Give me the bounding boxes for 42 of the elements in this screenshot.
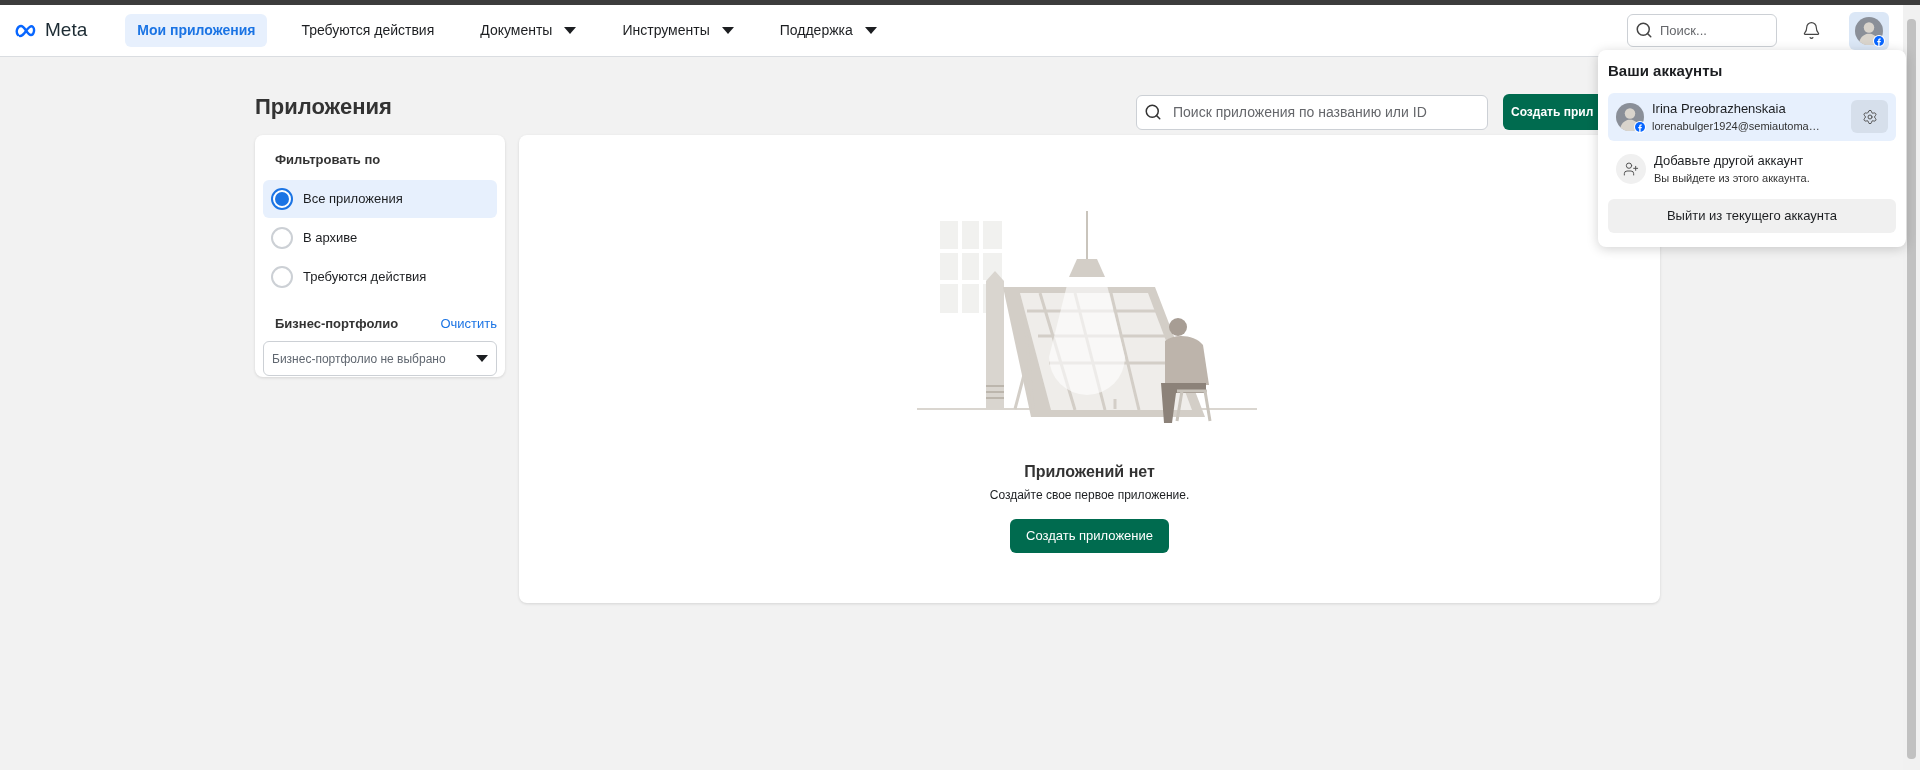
search-icon [1635,21,1653,39]
option-label: Все приложения [303,189,403,208]
caret-icon [864,26,877,35]
nav-tab[interactable]: Требуются действия [289,14,447,47]
app-search-field[interactable]: Поиск приложения по названию или ID [1136,94,1488,130]
empty-state-subtitle: Создайте свое первое приложение. [989,487,1190,504]
nav-tab[interactable]: Поддержка [767,14,889,47]
nav-tab[interactable]: Инструменты [610,14,746,47]
nav-tab[interactable]: Мои приложения [125,14,268,47]
caret-icon [476,354,488,363]
option-label: Требуются действия [303,267,427,286]
option-label: В архиве [303,228,358,247]
dropdown-title: Ваши аккаунты [1608,61,1724,81]
portfolio-select[interactable]: Бизнес-портфолио не выбрано [263,341,497,376]
radio-button[interactable] [271,187,293,210]
filter-option[interactable]: Требуются действия [263,257,497,296]
logo-text: Meta [45,18,88,43]
add-account-row[interactable]: Добавьте другой аккаунт Вы выйдете из этого аккаунта. [1608,144,1896,193]
create-app-button[interactable]: Создать приложение [1010,519,1169,553]
clear-link[interactable]: Очистить [440,313,497,333]
bell-icon [1801,21,1821,40]
settings-button[interactable] [1851,100,1888,133]
filter-option[interactable]: В архиве [263,218,497,257]
facebook-badge-icon [1873,34,1885,47]
search-icon [1144,102,1162,121]
account-button[interactable] [1849,11,1889,50]
add-account-title: Добавьте другой аккаунт [1654,151,1805,170]
logout-button[interactable]: Выйти из текущего аккаунта [1608,198,1896,233]
add-account-subtitle: Вы выйдете из этого аккаунта. [1654,171,1810,186]
page-title: Приложения [255,92,392,121]
portfolio-label: Бизнес-портфолио [275,314,399,333]
filter-heading: Фильтровать по [274,151,382,169]
facebook-badge-icon [1634,120,1646,133]
search-field[interactable]: Поиск... [1627,14,1777,47]
nav-tab[interactable]: Документы [468,14,589,47]
settings-icon [1861,108,1878,125]
add-person-icon [1616,153,1646,184]
caret-icon [564,26,577,35]
empty-state-title: Приложений нет [1024,462,1155,482]
account-row[interactable]: Irina Preobrazhenskaia lorenabulger1924@semiautoma… [1608,92,1896,141]
filter-option[interactable]: Все приложения [263,179,497,218]
caret-icon [721,26,734,35]
